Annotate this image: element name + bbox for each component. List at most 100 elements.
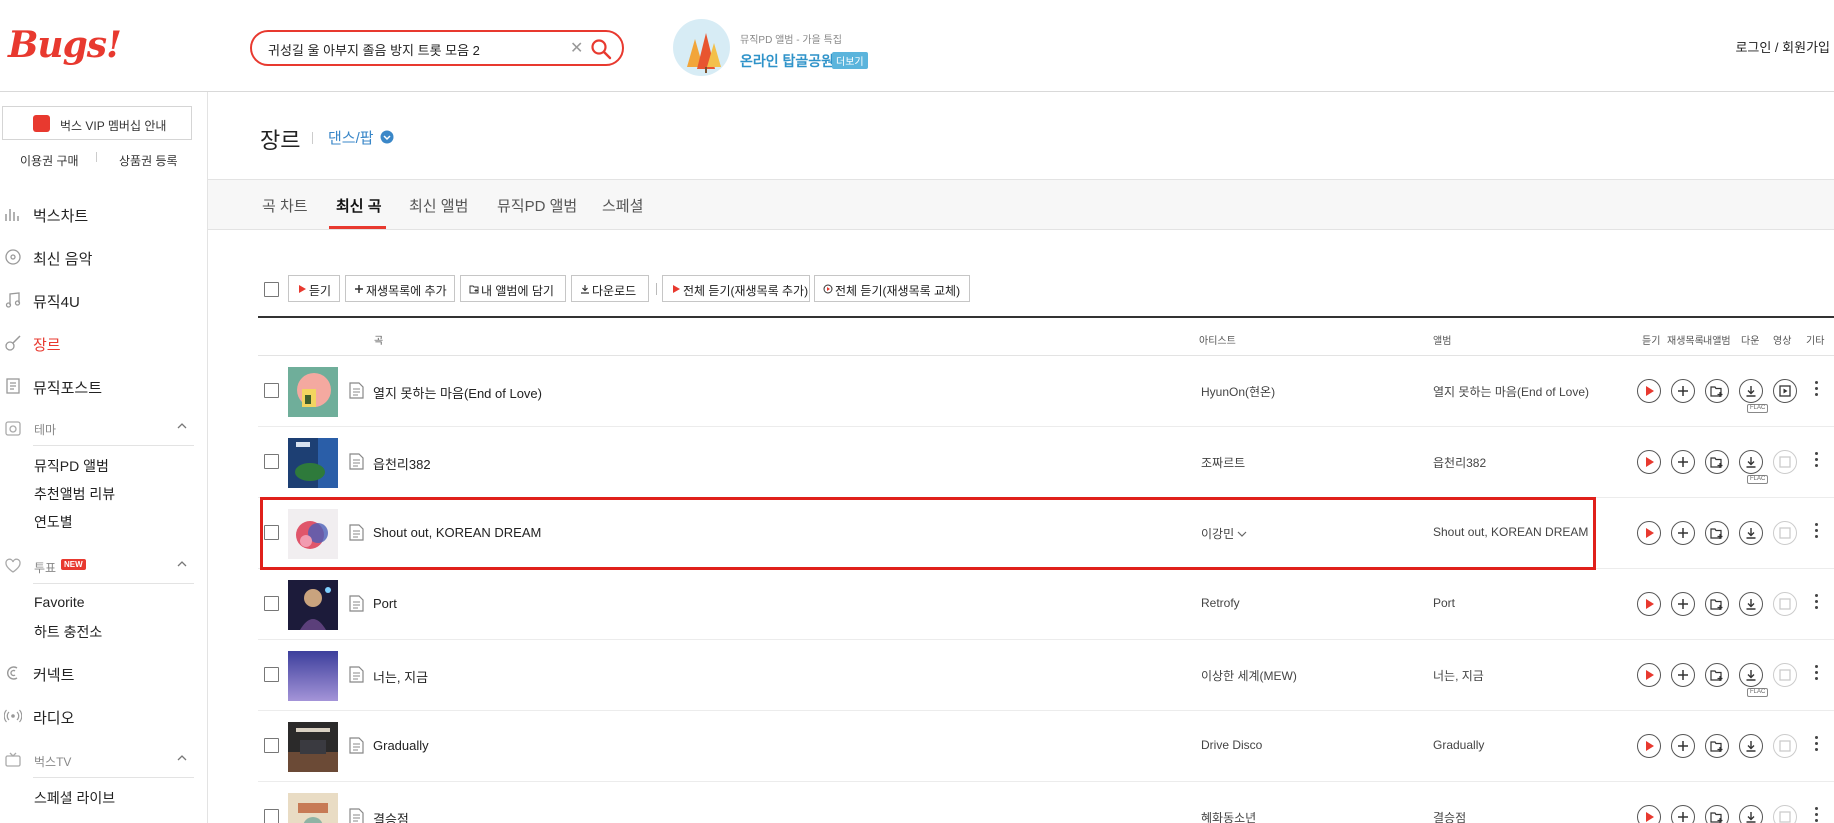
- song-title[interactable]: 열지 못하는 마음(End of Love): [373, 383, 542, 402]
- sidebar-item-music4u[interactable]: 뮤직4U: [0, 288, 200, 312]
- sidebar-sub-favorite[interactable]: Favorite: [34, 594, 85, 610]
- add-to-playlist-button[interactable]: 재생목록에 추가: [345, 275, 455, 302]
- chevron-up-icon[interactable]: [176, 752, 188, 764]
- promo-album-icon[interactable]: [673, 19, 730, 76]
- album-name[interactable]: 열지 못하는 마음(End of Love): [1433, 383, 1589, 400]
- artist-name[interactable]: 이강민: [1201, 525, 1247, 542]
- lyrics-icon[interactable]: [349, 737, 364, 754]
- row-checkbox[interactable]: [264, 667, 279, 682]
- table-row[interactable]: Port Retrofy Port: [258, 569, 1834, 640]
- add-to-my-album-button[interactable]: 내 앨범에 담기: [460, 275, 566, 302]
- promo-title[interactable]: 온라인 탑골공원: [740, 51, 834, 71]
- lyrics-icon[interactable]: [349, 524, 364, 541]
- vip-membership-button[interactable]: 벅스 VIP 멤버십 안내: [2, 106, 192, 140]
- play-all-add-button[interactable]: 전체 듣기(재생목록 추가): [662, 275, 810, 302]
- table-row[interactable]: Shout out, KOREAN DREAM 이강민 Shout out, K…: [258, 498, 1834, 569]
- chevron-down-icon[interactable]: [1237, 530, 1247, 538]
- chevron-up-icon[interactable]: [176, 420, 188, 432]
- search-icon[interactable]: [590, 38, 612, 60]
- row-checkbox[interactable]: [264, 809, 279, 823]
- sidebar-sub-album-review[interactable]: 추천앨범 리뷰: [34, 484, 115, 504]
- video-button[interactable]: [1773, 379, 1797, 403]
- table-row[interactable]: 열지 못하는 마음(End of Love) HyunOn(현온) 열지 못하는…: [258, 356, 1834, 427]
- tab-latest-song[interactable]: 최신 곡: [336, 195, 382, 216]
- buy-ticket-link[interactable]: 이용권 구매: [20, 152, 79, 169]
- album-name[interactable]: 결승점: [1433, 809, 1466, 823]
- add-album-button[interactable]: [1705, 521, 1729, 545]
- add-playlist-button[interactable]: [1671, 805, 1695, 823]
- row-checkbox[interactable]: [264, 454, 279, 469]
- play-button[interactable]: [1637, 450, 1661, 474]
- clear-search-icon[interactable]: ✕: [570, 38, 583, 58]
- add-album-button[interactable]: [1705, 379, 1729, 403]
- add-playlist-button[interactable]: [1671, 663, 1695, 687]
- sidebar-sub-by-year[interactable]: 연도별: [34, 512, 73, 532]
- lyrics-icon[interactable]: [349, 595, 364, 612]
- album-name[interactable]: Shout out, KOREAN DREAM: [1433, 525, 1588, 539]
- album-name[interactable]: 읍천리382: [1433, 454, 1486, 471]
- add-album-button[interactable]: [1705, 450, 1729, 474]
- add-album-button[interactable]: [1705, 805, 1729, 823]
- genre-selector[interactable]: 댄스/팝: [328, 127, 374, 148]
- more-options-icon[interactable]: [1813, 733, 1819, 759]
- sidebar-item-genre[interactable]: 장르: [0, 331, 200, 355]
- album-thumbnail[interactable]: [288, 367, 338, 417]
- add-playlist-button[interactable]: [1671, 592, 1695, 616]
- chevron-up-icon[interactable]: [176, 558, 188, 570]
- album-name[interactable]: Gradually: [1433, 738, 1484, 752]
- download-button[interactable]: [1739, 592, 1763, 616]
- tab-music-pd-album[interactable]: 뮤직PD 앨범: [497, 195, 577, 216]
- play-button[interactable]: [1637, 734, 1661, 758]
- more-options-icon[interactable]: [1813, 378, 1819, 404]
- download-button[interactable]: [1739, 450, 1763, 474]
- artist-name[interactable]: 이상한 세계(MEW): [1201, 667, 1297, 684]
- artist-name[interactable]: 혜화동소년: [1201, 809, 1256, 823]
- table-row[interactable]: Gradually Drive Disco Gradually: [258, 711, 1834, 782]
- register-product-link[interactable]: 상품권 등록: [119, 152, 178, 169]
- album-thumbnail[interactable]: [288, 651, 338, 701]
- listen-button[interactable]: 듣기: [288, 275, 340, 302]
- sidebar-item-latest-music[interactable]: 최신 음악: [0, 245, 200, 269]
- sidebar-group-theme[interactable]: 테마: [0, 416, 194, 446]
- song-title[interactable]: 결승점: [373, 809, 409, 823]
- album-thumbnail[interactable]: [288, 722, 338, 772]
- select-all-checkbox[interactable]: [264, 282, 279, 297]
- add-playlist-button[interactable]: [1671, 450, 1695, 474]
- sidebar-group-bugstv[interactable]: 벅스TV: [0, 748, 194, 778]
- row-checkbox[interactable]: [264, 383, 279, 398]
- login-signup-link[interactable]: 로그인 / 회원가입: [1735, 37, 1830, 56]
- song-title[interactable]: 너는, 지금: [373, 667, 428, 686]
- table-row[interactable]: 결승점 혜화동소년 결승점: [258, 782, 1834, 823]
- album-name[interactable]: Port: [1433, 596, 1455, 610]
- download-button[interactable]: [1739, 521, 1763, 545]
- artist-name[interactable]: 조짜르트: [1201, 454, 1245, 471]
- more-options-icon[interactable]: [1813, 449, 1819, 475]
- row-checkbox[interactable]: [264, 596, 279, 611]
- more-options-icon[interactable]: [1813, 804, 1819, 823]
- download-button[interactable]: [1739, 734, 1763, 758]
- play-button[interactable]: [1637, 805, 1661, 823]
- more-options-icon[interactable]: [1813, 591, 1819, 617]
- promo-more-button[interactable]: 더보기: [832, 52, 868, 69]
- play-button[interactable]: [1637, 663, 1661, 687]
- more-options-icon[interactable]: [1813, 662, 1819, 688]
- tab-song-chart[interactable]: 곡 차트: [262, 195, 308, 216]
- add-album-button[interactable]: [1705, 663, 1729, 687]
- table-row[interactable]: 너는, 지금 이상한 세계(MEW) 너는, 지금 FLAC: [258, 640, 1834, 711]
- artist-name[interactable]: Retrofy: [1201, 596, 1240, 610]
- lyrics-icon[interactable]: [349, 382, 364, 399]
- album-thumbnail[interactable]: [288, 509, 338, 559]
- lyrics-icon[interactable]: [349, 453, 364, 470]
- download-button[interactable]: [1739, 379, 1763, 403]
- download-button[interactable]: [1739, 663, 1763, 687]
- tab-special[interactable]: 스페셜: [602, 195, 643, 216]
- add-album-button[interactable]: [1705, 734, 1729, 758]
- row-checkbox[interactable]: [264, 525, 279, 540]
- search-input[interactable]: 귀성길 울 아부지 졸음 방지 트롯 모음 2: [268, 40, 480, 59]
- artist-name[interactable]: HyunOn(현온): [1201, 383, 1275, 400]
- sidebar-group-vote[interactable]: 투표 NEW: [0, 554, 194, 584]
- add-playlist-button[interactable]: [1671, 379, 1695, 403]
- song-title[interactable]: Gradually: [373, 738, 429, 753]
- download-button[interactable]: [1739, 805, 1763, 823]
- sidebar-item-connect[interactable]: 커넥트: [0, 661, 200, 685]
